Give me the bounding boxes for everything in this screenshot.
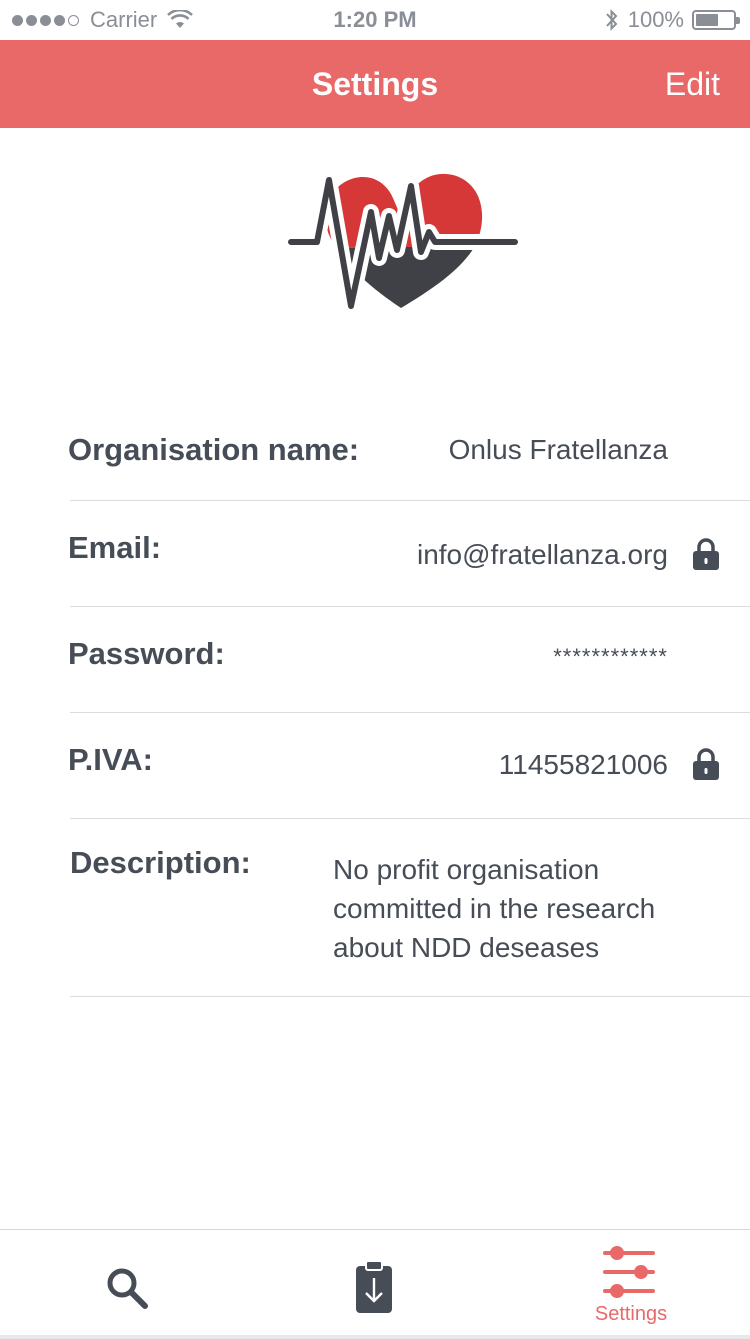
tab-export[interactable] <box>250 1230 500 1338</box>
status-bar: Carrier 1:20 PM 100% <box>0 0 750 40</box>
description-label: Description: <box>70 845 251 880</box>
home-indicator-strip <box>0 1335 750 1339</box>
sliders-icon <box>603 1246 655 1298</box>
tab-bar: Settings <box>0 1229 750 1339</box>
organisation-name-label: Organisation name: <box>68 432 360 467</box>
bluetooth-icon <box>605 9 618 31</box>
heartbeat-heart-logo <box>287 172 519 314</box>
email-value: info@fratellanza.org <box>416 539 668 570</box>
clipboard-download-icon <box>356 1260 392 1313</box>
password-value[interactable]: ************ <box>553 644 668 670</box>
lock-icon <box>693 748 719 780</box>
tab-search[interactable] <box>0 1230 250 1338</box>
divider <box>70 606 750 607</box>
password-label: Password: <box>68 636 225 671</box>
navigation-bar: Settings Edit <box>0 40 750 128</box>
battery-percent: 100% <box>627 7 684 32</box>
page-title: Settings <box>311 66 439 102</box>
lock-icon <box>693 538 719 570</box>
piva-value: 11455821006 <box>498 749 668 780</box>
divider <box>70 818 750 819</box>
email-label: Email: <box>68 530 162 565</box>
piva-label: P.IVA: <box>68 742 153 777</box>
tab-settings-label: Settings <box>594 1303 668 1325</box>
divider <box>70 712 750 713</box>
status-bar-right: 100% <box>604 7 740 33</box>
tab-settings[interactable]: Settings <box>500 1230 750 1338</box>
search-icon <box>107 1268 148 1309</box>
edit-button[interactable]: Edit <box>665 66 720 103</box>
divider <box>70 500 750 501</box>
divider <box>70 996 750 997</box>
battery-icon <box>692 10 740 30</box>
description-value[interactable]: No profit organisation committed in the … <box>333 850 693 967</box>
organisation-name-value[interactable]: Onlus Fratellanza <box>449 434 668 466</box>
